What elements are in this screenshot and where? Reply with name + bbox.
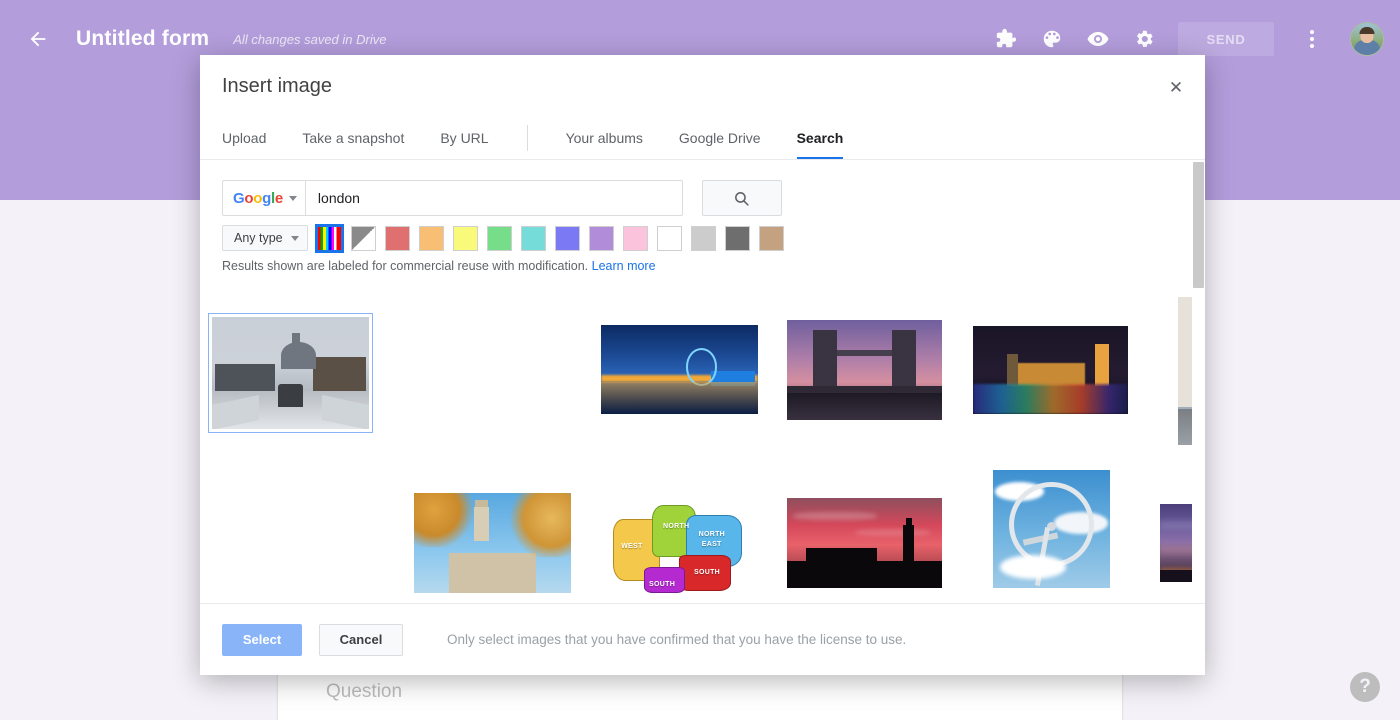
dialog-body: Google Any type [200,160,1205,603]
type-filter-select[interactable]: Any type [222,225,308,251]
eye-icon[interactable] [1078,19,1118,59]
color-swatch-brown[interactable] [759,226,784,251]
result-thumbnail[interactable]: NORTH WEST NORTH EAST SOUTH SOUTH [601,493,756,593]
tab-google-drive[interactable]: Google Drive [661,116,779,160]
tab-divider [527,125,528,151]
search-input[interactable] [305,180,683,216]
search-button[interactable] [702,180,782,216]
help-button[interactable]: ? [1350,672,1380,702]
color-swatch-dark-gray[interactable] [725,226,750,251]
color-swatch-red[interactable] [385,226,410,251]
color-swatch-blue[interactable] [555,226,580,251]
result-thumbnail[interactable] [973,326,1128,414]
search-engine-select[interactable]: Google [222,180,305,216]
cancel-button[interactable]: Cancel [319,624,403,656]
thumbnail-image [973,326,1128,414]
learn-more-link[interactable]: Learn more [592,259,656,273]
account-avatar[interactable] [1350,22,1384,56]
color-swatch-pink[interactable] [623,226,648,251]
close-icon[interactable]: ✕ [1161,73,1191,103]
tab-take-a-snapshot[interactable]: Take a snapshot [284,116,422,160]
color-swatch-full-color[interactable] [317,226,342,251]
tab-search[interactable]: Search [779,116,862,160]
dialog-scrollbar[interactable] [1192,160,1205,603]
license-text: Results shown are labeled for commercial… [222,259,588,273]
license-footer-note: Only select images that you have confirm… [447,632,906,647]
result-thumbnail[interactable] [787,498,942,588]
result-thumbnail[interactable] [601,325,758,414]
type-filter-label: Any type [234,231,283,245]
color-swatch-green[interactable] [487,226,512,251]
color-swatch-yellow[interactable] [453,226,478,251]
puzzle-piece-icon[interactable] [986,19,1026,59]
question-placeholder: Question [326,681,402,703]
dialog-header: Insert image ✕ Upload Take a snapshot By… [200,55,1205,160]
send-button[interactable]: SEND [1178,22,1274,56]
result-thumbnail[interactable] [414,493,571,593]
color-swatch-orange[interactable] [419,226,444,251]
filter-row: Any type [200,216,1205,251]
dialog-footer: Select Cancel Only select images that yo… [200,603,1205,675]
kebab-menu-icon[interactable] [1292,19,1332,59]
google-logo: Google [233,191,283,206]
result-thumbnail[interactable] [208,313,373,433]
color-swatch-black-and-white[interactable] [351,226,376,251]
results-grid: NORTH WEST NORTH EAST SOUTH SOUTH [200,285,1205,603]
gear-icon[interactable] [1124,19,1164,59]
tab-by-url[interactable]: By URL [422,116,506,160]
result-thumbnail[interactable] [993,470,1110,588]
thumbnail-image [414,493,571,593]
form-title[interactable]: Untitled form [76,27,209,51]
back-arrow-icon[interactable] [24,25,52,53]
insert-image-dialog: Insert image ✕ Upload Take a snapshot By… [200,55,1205,675]
results-row: NORTH WEST NORTH EAST SOUTH SOUTH [200,470,1205,603]
save-status: All changes saved in Drive [233,32,386,47]
tab-upload[interactable]: Upload [222,116,284,160]
search-row: Google [200,160,1205,216]
color-swatch-white[interactable] [657,226,682,251]
results-row [200,285,1205,470]
thumbnail-image [787,320,942,420]
color-swatch-purple[interactable] [589,226,614,251]
chevron-down-icon [291,236,299,241]
color-swatch-teal[interactable] [521,226,546,251]
scrollbar-thumb[interactable] [1193,162,1204,288]
chevron-down-icon [289,196,297,201]
thumbnail-image [212,317,369,429]
result-thumbnail[interactable] [787,320,942,420]
dialog-title: Insert image [222,75,332,98]
tab-your-albums[interactable]: Your albums [548,116,661,160]
thumbnail-image [993,470,1110,588]
palette-icon[interactable] [1032,19,1072,59]
license-notice: Results shown are labeled for commercial… [200,251,1205,273]
google-forms-app: Untitled form All changes saved in Drive… [0,0,1400,720]
dialog-tabs: Upload Take a snapshot By URL Your album… [222,116,861,160]
color-swatch-gray[interactable] [691,226,716,251]
select-button[interactable]: Select [222,624,302,656]
thumbnail-image [601,325,758,414]
thumbnail-image [787,498,942,588]
thumbnail-image: NORTH WEST NORTH EAST SOUTH SOUTH [601,493,756,593]
